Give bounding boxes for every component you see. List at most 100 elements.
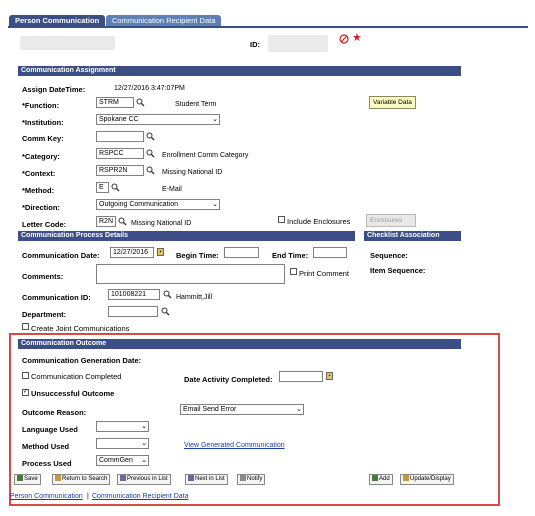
person-name-redacted [20, 36, 115, 50]
context-field[interactable]: RSPR2N [96, 165, 144, 176]
department-label: Department: [22, 310, 67, 319]
method-lookup-icon[interactable] [111, 183, 120, 192]
previous-icon [120, 475, 126, 481]
calendar-icon[interactable]: ▪ [326, 372, 333, 380]
view-generated-communication-link[interactable]: View Generated Communication [184, 442, 285, 449]
comm-key-lookup-icon[interactable] [146, 132, 155, 141]
category-label: *Category: [22, 152, 60, 161]
communication-completed-checkbox[interactable] [22, 372, 29, 379]
communication-date-field[interactable]: 12/27/2016 [110, 247, 154, 258]
calendar-icon[interactable]: ▪ [157, 248, 164, 256]
date-activity-completed-field[interactable] [279, 371, 323, 382]
language-used-select[interactable]: ⌄ [96, 421, 149, 432]
notify-button[interactable]: Notify [237, 474, 266, 485]
outcome-reason-label: Outcome Reason: [22, 408, 87, 417]
id-label: ID: [250, 40, 260, 49]
footer-link-person-communication[interactable]: Person Communication [10, 493, 83, 500]
method-used-label: Method Used [22, 442, 70, 451]
method-field[interactable]: E [96, 182, 109, 193]
tab-underline [8, 26, 528, 28]
create-joint-communications-label: Create Joint Communications [31, 324, 130, 333]
next-in-list-button[interactable]: Next in List [185, 474, 228, 485]
checklist-association-header: Checklist Association [364, 231, 461, 241]
communication-id-field[interactable]: 101008221 [108, 289, 160, 300]
direction-select[interactable]: Outgoing Communication ⌄ [96, 199, 220, 210]
function-description: Student Term [175, 101, 217, 108]
institution-select[interactable]: Spokane CC ⌄ [96, 114, 220, 125]
communication-id-lookup-icon[interactable] [163, 290, 172, 299]
save-icon [17, 475, 23, 481]
unsuccessful-outcome-label: Unsuccessful Outcome [31, 389, 115, 398]
department-lookup-icon[interactable] [161, 307, 170, 316]
begin-time-label: Begin Time: [176, 251, 219, 260]
process-used-select[interactable]: CommGen ⌄ [96, 455, 149, 466]
variable-data-button[interactable]: Variable Data [369, 96, 416, 109]
add-icon [372, 475, 378, 481]
print-comment-label: Print Comment [299, 269, 350, 278]
save-button[interactable]: Save [14, 474, 41, 485]
letter-code-field[interactable]: R2N [96, 216, 116, 227]
process-used-label: Process Used [22, 459, 72, 468]
comm-key-label: Comm Key: [22, 134, 64, 143]
print-comment-checkbox[interactable] [290, 268, 297, 275]
communication-assignment-header: Communication Assignment [18, 66, 461, 76]
outcome-reason-select[interactable]: Email Send Error ⌄ [180, 404, 304, 415]
include-enclosures-checkbox[interactable] [278, 216, 285, 223]
communication-id-label: Communication ID: [22, 293, 91, 302]
function-label: *Function: [22, 101, 60, 110]
context-lookup-icon[interactable] [146, 166, 155, 175]
chevron-down-icon: ⌄ [141, 423, 147, 430]
department-field[interactable] [108, 306, 158, 317]
communication-date-label: Communication Date: [22, 251, 100, 260]
update-icon [403, 475, 409, 481]
category-description: Enrollment Comm Category [162, 152, 249, 159]
add-button[interactable]: Add [369, 474, 393, 485]
next-icon [188, 475, 194, 481]
method-label: *Method: [22, 186, 55, 195]
assign-datetime-value: 12/27/2016 3:47:07PM [114, 85, 185, 92]
id-value-redacted [268, 35, 328, 52]
chevron-down-icon: ⌄ [141, 457, 147, 464]
chevron-down-icon: ⌄ [296, 406, 302, 413]
institution-label: *Institution: [22, 118, 64, 127]
item-sequence-label: Item Sequence: [370, 266, 426, 275]
star-icon[interactable]: ★ [352, 33, 362, 44]
include-enclosures-label: Include Enclosures [287, 217, 351, 226]
enclosures-button[interactable]: Enclosures [366, 214, 416, 227]
return-to-search-button[interactable]: Return to Search [52, 474, 111, 485]
chevron-down-icon: ⌄ [141, 440, 147, 447]
letter-code-label: Letter Code: [22, 220, 67, 229]
comm-key-field[interactable] [96, 131, 144, 142]
context-label: *Context: [22, 169, 56, 178]
previous-in-list-button[interactable]: Previous in List [117, 474, 171, 485]
comments-label: Comments: [22, 272, 64, 281]
communication-completed-label: Communication Completed [31, 372, 122, 381]
context-description: Missing National ID [162, 169, 223, 176]
unsuccessful-outcome-checkbox[interactable]: ✓ [22, 389, 29, 396]
create-joint-communications-checkbox[interactable] [22, 323, 29, 330]
communication-id-name: Hammitt,Jill [176, 294, 213, 301]
begin-time-field[interactable] [224, 247, 259, 258]
letter-code-description: Missing National ID [131, 220, 192, 227]
notify-icon [240, 475, 246, 481]
end-time-field[interactable] [313, 247, 347, 258]
footer-separator: | [87, 493, 89, 500]
method-used-select[interactable]: ⌄ [96, 438, 149, 449]
function-field[interactable]: STRM [96, 97, 134, 108]
letter-code-lookup-icon[interactable] [118, 217, 127, 226]
communication-outcome-header: Communication Outcome [18, 339, 461, 349]
method-description: E-Mail [162, 186, 182, 193]
category-lookup-icon[interactable] [146, 149, 155, 158]
person-alert-icon[interactable] [339, 34, 349, 44]
assign-datetime-label: Assign DateTime: [22, 85, 86, 94]
communication-process-details-header: Communication Process Details [18, 231, 355, 241]
update-display-button[interactable]: Update/Display [400, 474, 454, 485]
return-icon [55, 475, 61, 481]
chevron-down-icon: ⌄ [212, 201, 218, 208]
end-time-label: End Time: [272, 251, 309, 260]
language-used-label: Language Used [22, 425, 78, 434]
category-field[interactable]: RSPCC [96, 148, 144, 159]
function-lookup-icon[interactable] [136, 98, 145, 107]
footer-link-communication-recipient-data[interactable]: Communication Recipient Data [92, 493, 189, 500]
comments-field[interactable] [96, 264, 285, 284]
